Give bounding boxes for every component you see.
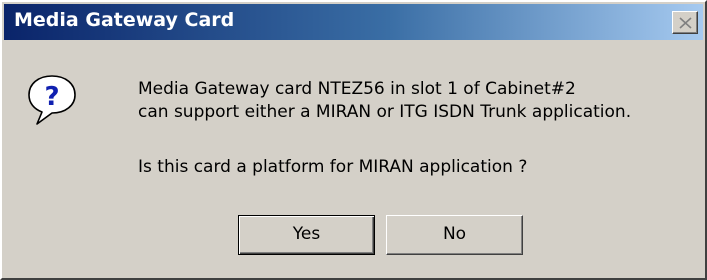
no-button[interactable]: No <box>386 215 523 255</box>
message-dialog: Media Gateway Card ? Media Gateway card … <box>0 0 707 280</box>
title-bar[interactable]: Media Gateway Card <box>4 4 703 40</box>
question-mark-glyph: ? <box>44 82 59 112</box>
message-text: Media Gateway card NTEZ56 in slot 1 of C… <box>138 78 631 124</box>
message-line-2: can support either a MIRAN or ITG ISDN T… <box>138 102 632 122</box>
yes-button[interactable]: Yes <box>238 215 375 255</box>
prompt-text: Is this card a platform for MIRAN applic… <box>138 157 528 177</box>
close-icon <box>679 17 692 29</box>
close-button[interactable] <box>672 11 698 34</box>
question-icon: ? <box>28 75 76 125</box>
message-line-1: Media Gateway card NTEZ56 in slot 1 of C… <box>138 79 576 99</box>
window-title: Media Gateway Card <box>14 9 235 31</box>
